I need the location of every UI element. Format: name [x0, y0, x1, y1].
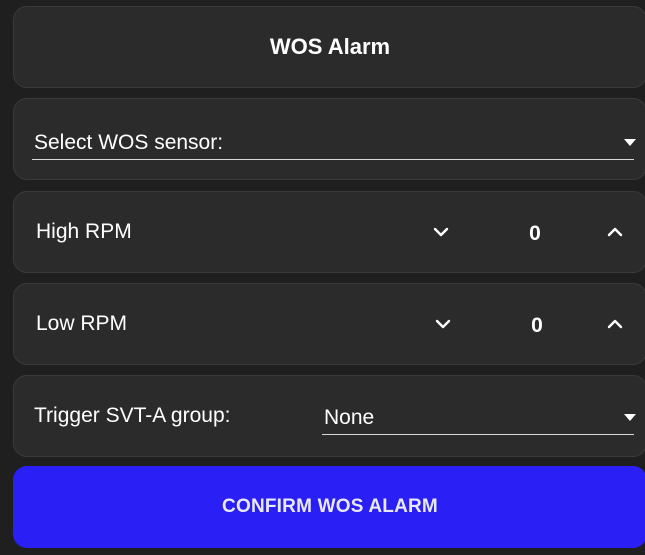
- low-rpm-increment-button[interactable]: [600, 284, 630, 364]
- low-rpm-card: Low RPM 0: [13, 283, 645, 365]
- caret-down-icon: [624, 414, 636, 421]
- sensor-select-card: Select WOS sensor:: [13, 98, 645, 180]
- high-rpm-label: High RPM: [36, 220, 132, 243]
- high-rpm-input[interactable]: 0: [492, 216, 578, 252]
- trigger-group-label: Trigger SVT-A group:: [34, 404, 231, 427]
- chevron-down-icon: [435, 319, 451, 329]
- trigger-group-dropdown[interactable]: None: [322, 404, 636, 435]
- low-rpm-decrement-button[interactable]: [428, 284, 458, 364]
- title-card: WOS Alarm: [13, 6, 645, 88]
- wos-alarm-panel: WOS Alarm Select WOS sensor: High RPM 0 …: [0, 0, 645, 555]
- high-rpm-decrement-button[interactable]: [426, 192, 456, 272]
- chevron-up-icon: [607, 319, 623, 329]
- sensor-select-label: Select WOS sensor:: [34, 131, 224, 154]
- confirm-wos-alarm-button[interactable]: CONFIRM WOS ALARM: [13, 466, 645, 548]
- chevron-down-icon: [433, 227, 449, 237]
- trigger-group-card: Trigger SVT-A group: None: [13, 375, 645, 457]
- low-rpm-input[interactable]: 0: [494, 308, 580, 344]
- trigger-group-value: None: [324, 406, 375, 429]
- sensor-select-dropdown[interactable]: Select WOS sensor:: [32, 129, 636, 160]
- high-rpm-increment-button[interactable]: [600, 192, 630, 272]
- chevron-up-icon: [607, 227, 623, 237]
- caret-down-icon: [624, 139, 636, 146]
- page-title: WOS Alarm: [269, 34, 391, 59]
- low-rpm-label: Low RPM: [36, 312, 128, 335]
- high-rpm-card: High RPM 0: [13, 191, 645, 273]
